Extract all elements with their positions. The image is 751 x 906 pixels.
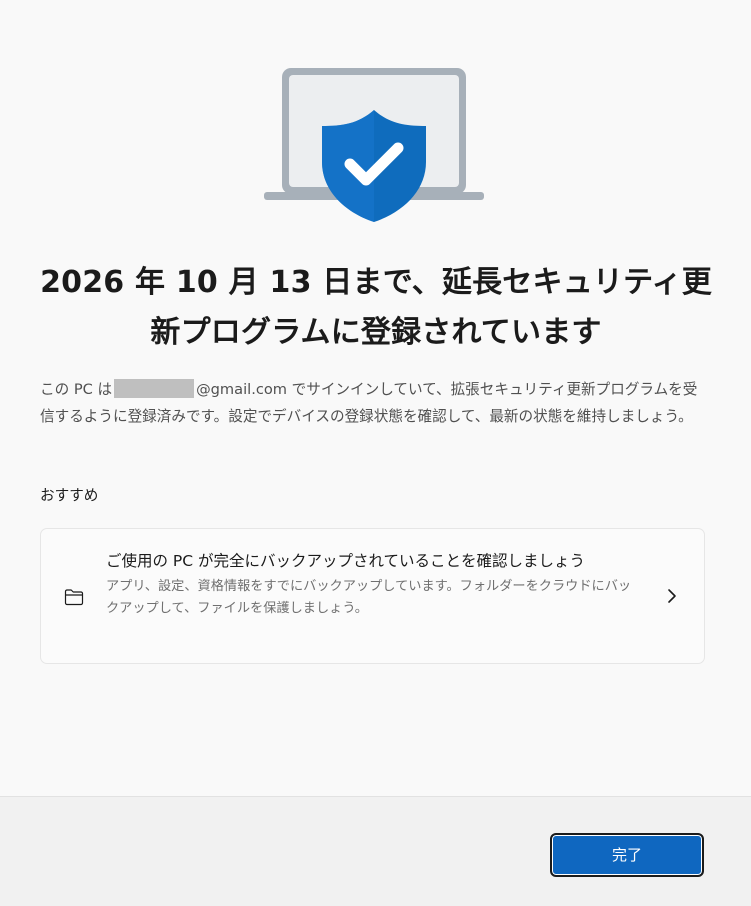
done-button[interactable]: 完了 [550,833,704,877]
dialog-footer: 完了 [0,796,751,906]
redacted-email-block [114,379,195,398]
card-subtitle: アプリ、設定、資格情報をすでにバックアップしています。フォルダーをクラウドにバッ… [106,579,632,616]
backup-recommendation-card[interactable]: ご使用の PC が完全にバックアップされていることを確認しましょう アプリ、設定… [40,528,705,664]
card-title: ご使用の PC が完全にバックアップされていることを確認しましょう [106,552,586,570]
email-domain: @gmail.com [196,381,287,398]
page-title: 2026 年 10 月 13 日まで、延長セキュリティ更新プログラムに登録されて… [40,265,712,350]
recommended-heading: おすすめ [40,487,99,504]
enrollment-description: この PC は @gmail.com でサインインしていて、拡張セキュリティ更新プ… [40,377,708,430]
ESU-enrollment-dialog: 2026 年 10 月 13 日まで、延長セキュリティ更新プログラムに登録されて… [0,0,751,906]
card-text: ご使用の PC が完全にバックアップされていることを確認しましょう アプリ、設定… [106,549,636,620]
laptop-shield-check-icon [262,66,486,224]
chevron-right-icon [666,587,678,605]
folder-icon [63,586,85,608]
description-before-email: この PC は [40,381,113,398]
